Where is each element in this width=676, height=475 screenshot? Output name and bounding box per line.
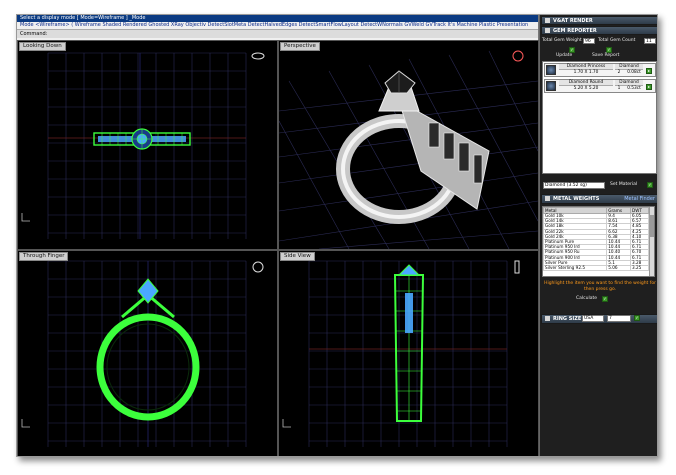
command-area: Select a display mode [ Mode=Wireframe ]…	[17, 15, 539, 40]
calculate-button[interactable]: ✓	[602, 296, 608, 302]
command-prompt-input[interactable]: Command:	[17, 29, 538, 38]
axis-icon	[21, 213, 30, 222]
viewport-area: Looking Down Perspective Through Finger …	[17, 40, 539, 456]
gem-weight: 0.53ct	[627, 86, 641, 91]
render-icon	[545, 18, 550, 23]
jewelry-cad-window: Select a display mode [ Mode=Wireframe ]…	[16, 14, 658, 457]
ring-icon	[545, 316, 550, 321]
command-history-line: Select a display mode [ Mode=Wireframe ]…	[17, 15, 538, 22]
ring-preview-icon[interactable]	[512, 50, 524, 62]
gem-weight: 0.08ct	[627, 70, 641, 75]
gem-thumbnail-icon	[546, 65, 556, 75]
axis-icon	[282, 419, 291, 428]
metal-weights-table: Metal Grams DWT Gold 10k 9.4 6.05 Gold 14k…	[542, 206, 655, 277]
gem-list: Diamond Princess 1.70 X 1.70 Diamond 2 0…	[542, 61, 657, 174]
ring-size-select[interactable]: 7	[607, 315, 631, 322]
gem-count: 2	[617, 70, 621, 75]
metal-icon	[545, 196, 550, 201]
metal-finder-link[interactable]: Metal Finder	[624, 195, 655, 203]
top-view-canvas	[21, 52, 265, 239]
perspective-canvas	[279, 50, 538, 249]
vray-render-header[interactable]: V&AT RENDER	[541, 16, 657, 25]
total-gem-count-label: Total Gem Count	[598, 38, 636, 43]
gem-thumbnail-icon	[546, 81, 556, 91]
metal-weights-header[interactable]: METAL WEIGHTS Metal Finder	[541, 194, 657, 204]
viewport-title[interactable]: Looking Down	[19, 42, 66, 51]
command-options-line[interactable]: Mode <Wireframe> ( Wireframe Shaded Rend…	[17, 22, 538, 29]
gem-select-button[interactable]: ▸	[646, 68, 652, 74]
set-material-button[interactable]: ✓	[647, 182, 653, 188]
ring-outline-icon[interactable]	[252, 261, 264, 273]
total-gem-count-field[interactable]: 11	[644, 38, 656, 44]
viewport-title[interactable]: Through Finger	[19, 252, 69, 261]
viewport-title[interactable]: Side View	[280, 252, 315, 261]
side-profile-icon[interactable]	[514, 260, 520, 274]
total-gem-weight-field[interactable]: 96	[583, 38, 595, 44]
gem-icon	[545, 28, 550, 33]
ring-standard-select[interactable]: USA	[582, 315, 604, 322]
ring-size-apply-button[interactable]: ✓	[634, 315, 640, 321]
viewport-title[interactable]: Perspective	[280, 42, 320, 51]
gem-size: 5.20 X 5.20	[573, 86, 599, 91]
viewport-perspective[interactable]: Perspective	[279, 41, 538, 249]
save-report-button[interactable]: Save Report	[592, 53, 619, 59]
gem-size: 1.70 X 1.70	[573, 70, 599, 75]
gem-reporter-header[interactable]: GEM REPORTER	[541, 26, 657, 35]
scrollbar-thumb[interactable]	[650, 215, 654, 237]
table-scrollbar[interactable]	[649, 207, 654, 276]
highlight-instructions: Highlight the item you want to find the …	[544, 281, 656, 292]
material-select[interactable]: Diamond (3.52 sg)	[543, 182, 605, 189]
axis-icon	[21, 419, 30, 428]
front-view-canvas	[21, 260, 264, 447]
gem-row[interactable]: Diamond Round 5.20 X 5.20 Diamond 1 0.53…	[544, 79, 656, 93]
gem-select-button[interactable]: ▸	[646, 84, 652, 90]
viewport-through-finger[interactable]: Through Finger	[18, 251, 277, 456]
view-cube-icon[interactable]	[251, 52, 265, 60]
right-panel: V&AT RENDER GEM REPORTER Total Gem Weigh…	[539, 15, 657, 456]
calculate-label: Calculate	[576, 296, 598, 301]
side-view-canvas	[282, 260, 520, 447]
viewport-looking-down[interactable]: Looking Down	[18, 41, 277, 249]
set-material-label: Set Material	[610, 182, 638, 187]
gem-count: 1	[617, 86, 621, 91]
viewport-side-view[interactable]: Side View	[279, 251, 538, 456]
table-row[interactable]: Silver Sterling 92.5 5.06 3.25	[543, 265, 649, 272]
center-stone-side	[397, 264, 421, 276]
total-gem-weight-label: Total Gem Weight	[542, 38, 582, 43]
gem-row[interactable]: Diamond Princess 1.70 X 1.70 Diamond 2 0…	[544, 63, 656, 77]
update-button[interactable]: Update	[556, 53, 572, 59]
